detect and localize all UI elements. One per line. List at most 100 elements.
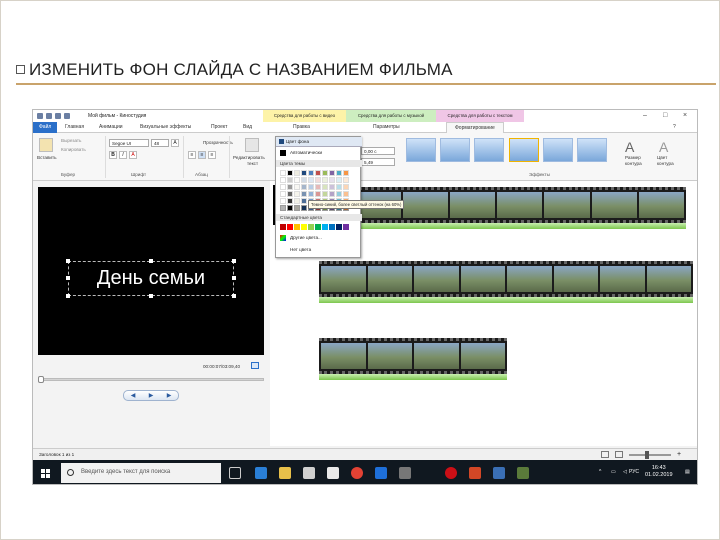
standard-color-swatch[interactable] <box>329 224 335 230</box>
edit-text-icon[interactable] <box>245 138 259 152</box>
standard-color-swatch[interactable] <box>287 224 293 230</box>
theme-color-swatch[interactable] <box>280 170 286 176</box>
file-explorer-icon[interactable] <box>279 467 291 479</box>
outline-size-icon[interactable]: A <box>625 139 634 155</box>
theme-color-swatch[interactable] <box>294 198 300 204</box>
automatic-option[interactable]: Автоматически <box>290 150 322 155</box>
outline-color-label-2[interactable]: контура <box>657 161 674 166</box>
duration-combo[interactable]: 5,49 <box>361 158 395 166</box>
no-color-option[interactable]: Нет цвета <box>290 247 311 252</box>
theme-color-swatch[interactable] <box>287 170 293 176</box>
theme-color-swatch[interactable] <box>315 170 321 176</box>
tab-home[interactable]: Главная <box>65 124 84 130</box>
grow-font-icon[interactable]: A <box>171 139 179 147</box>
theme-color-swatch[interactable] <box>287 184 293 190</box>
edit-text-label-1[interactable]: Редактировать <box>233 155 265 160</box>
cut-button[interactable]: Вырезать <box>61 138 81 143</box>
paste-button[interactable]: Вставить <box>37 155 56 160</box>
theme-color-swatch[interactable] <box>315 191 321 197</box>
storyboard-view-icon[interactable] <box>601 451 609 458</box>
standard-color-swatch[interactable] <box>308 224 314 230</box>
theme-color-swatch[interactable] <box>336 177 342 183</box>
theme-color-swatch[interactable] <box>329 177 335 183</box>
standard-color-swatch[interactable] <box>280 224 286 230</box>
theme-color-swatch[interactable] <box>308 191 314 197</box>
italic-button[interactable]: I <box>119 151 127 159</box>
theme-color-swatch[interactable] <box>301 198 307 204</box>
clip-row-2[interactable] <box>319 261 693 303</box>
theme-color-swatch[interactable] <box>301 184 307 190</box>
copy-button[interactable]: Копировать <box>61 147 86 152</box>
theme-color-swatch[interactable] <box>343 191 349 197</box>
outline-size-label-1[interactable]: Размер <box>625 155 641 160</box>
preview-title-text[interactable]: День семьи <box>68 261 234 296</box>
align-right-button[interactable]: ≡ <box>208 151 216 159</box>
windows-start-icon[interactable] <box>41 469 51 479</box>
resize-handle[interactable] <box>66 276 70 280</box>
zoom-in-icon[interactable]: + <box>677 451 681 458</box>
word-icon[interactable] <box>375 467 387 479</box>
standard-color-swatch[interactable] <box>322 224 328 230</box>
theme-color-swatch[interactable] <box>280 198 286 204</box>
fullscreen-icon[interactable] <box>251 362 259 369</box>
standard-color-swatch[interactable] <box>301 224 307 230</box>
font-size-combo[interactable]: 48 <box>151 139 169 147</box>
previous-frame-icon[interactable]: ◀ <box>131 392 136 399</box>
theme-color-swatch[interactable] <box>343 184 349 190</box>
seek-thumb[interactable] <box>38 376 44 383</box>
effect-thumb-4[interactable] <box>509 138 539 162</box>
video-preview[interactable]: День семьи <box>38 187 264 355</box>
font-family-combo[interactable]: Segoe UI <box>109 139 149 147</box>
effect-thumb-1[interactable] <box>406 138 436 162</box>
theme-color-swatch[interactable] <box>294 170 300 176</box>
zoom-slider[interactable] <box>629 454 671 456</box>
resize-handle[interactable] <box>66 259 70 263</box>
font-color-button[interactable]: A <box>129 151 137 159</box>
tab-view[interactable]: Вид <box>243 124 252 130</box>
theme-color-swatch[interactable] <box>280 177 286 183</box>
background-color-button[interactable]: Цвет фона <box>276 137 362 147</box>
theme-color-swatch[interactable] <box>294 177 300 183</box>
theme-color-swatch[interactable] <box>336 184 342 190</box>
task-view-icon[interactable] <box>229 467 241 479</box>
theme-color-swatch[interactable] <box>287 205 293 211</box>
opera-icon[interactable] <box>445 467 457 479</box>
theme-color-swatch[interactable] <box>287 191 293 197</box>
resize-handle[interactable] <box>232 259 236 263</box>
tray-arrow-icon[interactable]: ^ <box>599 469 601 475</box>
effect-thumb-5[interactable] <box>543 138 573 162</box>
automatic-swatch[interactable] <box>280 150 286 156</box>
next-frame-icon[interactable]: ▶ <box>167 392 172 399</box>
app-icon[interactable] <box>399 467 411 479</box>
theme-color-swatch[interactable] <box>343 177 349 183</box>
theme-color-swatch[interactable] <box>280 184 286 190</box>
start-time-combo[interactable]: 0,00 с <box>361 147 395 155</box>
movie-maker-icon[interactable] <box>493 467 505 479</box>
more-colors-option[interactable]: Другие цвета... <box>290 235 322 240</box>
music-track[interactable] <box>306 223 686 229</box>
photos-icon[interactable] <box>517 467 529 479</box>
mail-icon[interactable] <box>327 467 339 479</box>
chrome-icon[interactable] <box>351 467 363 479</box>
theme-color-swatch[interactable] <box>301 177 307 183</box>
music-track[interactable] <box>319 297 693 303</box>
taskbar-clock[interactable]: 16:43 01.02.2019 <box>645 465 673 479</box>
tab-project[interactable]: Проект <box>211 124 227 130</box>
theme-color-swatch[interactable] <box>301 191 307 197</box>
play-icon[interactable]: ▶ <box>149 392 154 399</box>
tab-animations[interactable]: Анимации <box>99 124 123 130</box>
theme-color-swatch[interactable] <box>329 184 335 190</box>
language-indicator[interactable]: РУС <box>629 469 639 475</box>
close-icon[interactable]: × <box>683 112 687 119</box>
notifications-icon[interactable]: ▤ <box>685 469 690 475</box>
bold-button[interactable]: B <box>109 151 117 159</box>
zoom-thumb[interactable] <box>645 451 649 459</box>
outline-color-label-1[interactable]: Цвет <box>657 155 667 160</box>
theme-color-swatch[interactable] <box>280 191 286 197</box>
outline-size-label-2[interactable]: контура <box>625 161 642 166</box>
theme-color-swatch[interactable] <box>308 177 314 183</box>
theme-color-swatch[interactable] <box>287 177 293 183</box>
tab-file[interactable]: Файл <box>33 122 57 133</box>
edge-icon[interactable] <box>255 467 267 479</box>
help-icon[interactable]: ? <box>673 124 676 130</box>
